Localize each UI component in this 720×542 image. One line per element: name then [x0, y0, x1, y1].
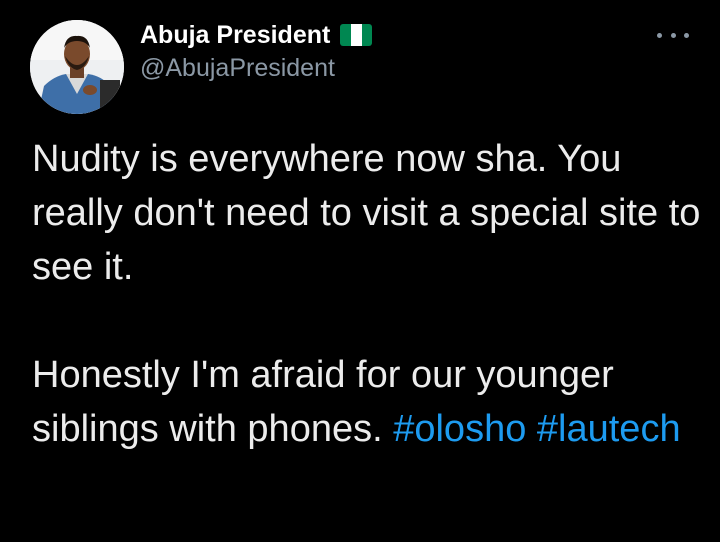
- flag-stripe-center: [351, 24, 362, 46]
- hashtag-link-lautech[interactable]: #lautech: [537, 408, 681, 450]
- nigeria-flag-icon: [340, 24, 373, 46]
- flag-stripe-right: [361, 24, 373, 46]
- flag-stripe-left: [340, 24, 351, 46]
- author-display-name[interactable]: Abuja President: [140, 21, 330, 50]
- hashtag-link-olosho[interactable]: #olosho: [393, 408, 526, 450]
- author-handle[interactable]: @AbujaPresident: [140, 54, 335, 83]
- author-name-row: Abuja President: [140, 19, 373, 51]
- tweet-card: Abuja President @AbujaPresident Nudity i…: [0, 0, 720, 542]
- avatar[interactable]: [30, 20, 124, 114]
- profile-photo-icon: [30, 20, 124, 114]
- tweet-paragraph-2: Honestly I'm afraid for our younger sibl…: [32, 348, 702, 456]
- more-dot-icon: [684, 32, 689, 38]
- more-dot-icon: [670, 32, 676, 38]
- tweet-paragraph-2-text: Honestly I'm afraid for our younger sibl…: [32, 354, 614, 450]
- tweet-paragraph-1: Nudity is everywhere now sha. You really…: [32, 138, 701, 288]
- tweet-text: Nudity is everywhere now sha. You really…: [32, 132, 702, 456]
- more-options-button[interactable]: [657, 25, 689, 45]
- more-dot-icon: [657, 32, 662, 38]
